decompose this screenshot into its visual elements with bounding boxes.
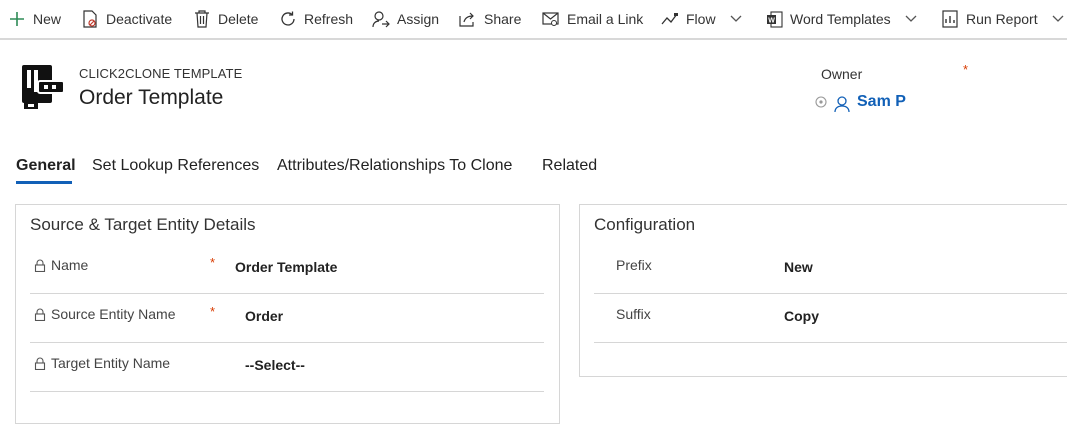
lock-icon: [34, 308, 46, 321]
field-row-source-entity: Source Entity Name * Order: [30, 294, 544, 343]
plus-icon: [8, 10, 26, 28]
delete-button-label: Delete: [218, 11, 259, 27]
share-button[interactable]: Share: [459, 0, 521, 38]
email-link-button-label: Email a Link: [567, 11, 644, 27]
flow-button[interactable]: Flow: [661, 0, 742, 38]
email-link-icon: [542, 10, 560, 28]
email-link-button[interactable]: Email a Link: [542, 0, 643, 38]
refresh-icon: [279, 10, 297, 28]
svg-text:W: W: [768, 17, 775, 24]
field-label: Target Entity Name: [34, 355, 170, 371]
source-entity-field[interactable]: Order: [245, 308, 283, 324]
assign-button-label: Assign: [397, 11, 440, 27]
section-title: Source & Target Entity Details: [30, 215, 256, 234]
tab-general[interactable]: General: [16, 157, 76, 175]
chevron-down-icon: [1052, 15, 1064, 23]
share-icon: [459, 10, 477, 28]
delete-button[interactable]: Delete: [193, 0, 258, 38]
field-label-text: Source Entity Name: [51, 306, 176, 322]
flow-icon: [661, 10, 679, 28]
name-field[interactable]: Order Template: [235, 259, 337, 275]
word-templates-button-label: Word Templates: [790, 11, 891, 27]
suffix-field[interactable]: Copy: [784, 308, 819, 324]
tab-set-lookup-references[interactable]: Set Lookup References: [92, 157, 259, 175]
active-tab-indicator: [16, 181, 72, 184]
field-row-target-entity: Target Entity Name --Select--: [30, 343, 544, 392]
chevron-down-icon: [905, 15, 917, 23]
command-bar: New Deactivate Delete Refresh Assign Sha…: [0, 0, 1067, 40]
field-label-text: Name: [51, 257, 89, 273]
word-templates-button[interactable]: W Word Templates: [765, 0, 917, 38]
required-marker: *: [210, 255, 216, 270]
owner-label: Owner: [821, 66, 863, 82]
entity-type-label: CLICK2CLONE TEMPLATE: [79, 66, 243, 81]
assign-icon: [372, 10, 390, 28]
run-report-button-label: Run Report: [966, 11, 1038, 27]
word-icon: W: [765, 10, 783, 28]
entity-icon: [18, 63, 66, 111]
required-marker: *: [210, 304, 216, 319]
page-title: Order Template: [79, 86, 224, 109]
share-button-label: Share: [484, 11, 522, 27]
configuration-section: Configuration Prefix New Suffix Copy: [579, 204, 1067, 377]
flow-button-label: Flow: [686, 11, 716, 27]
target-entity-select[interactable]: --Select--: [245, 357, 305, 373]
person-icon: [834, 95, 850, 118]
refresh-button[interactable]: Refresh: [279, 0, 353, 38]
trash-icon: [193, 10, 211, 28]
new-button[interactable]: New: [8, 0, 61, 38]
new-button-label: New: [33, 11, 62, 27]
owner-link[interactable]: Sam P: [857, 93, 906, 111]
field-row-prefix: Prefix New: [594, 245, 1067, 294]
lock-icon: [34, 259, 46, 272]
field-label: Suffix: [616, 306, 651, 322]
deactivate-icon: [81, 10, 99, 28]
presence-status-icon: [815, 95, 827, 113]
field-row-name: Name * Order Template: [30, 245, 544, 294]
tab-attributes-relationships[interactable]: Attributes/Relationships To Clone: [277, 157, 512, 175]
tab-related[interactable]: Related: [542, 157, 597, 175]
assign-button[interactable]: Assign: [372, 0, 439, 38]
deactivate-button[interactable]: Deactivate: [81, 0, 172, 38]
source-target-section: Source & Target Entity Details Name * Or…: [15, 204, 560, 424]
run-report-button[interactable]: Run Report: [941, 0, 1064, 38]
field-label: Prefix: [616, 257, 652, 273]
refresh-button-label: Refresh: [304, 11, 354, 27]
chevron-down-icon: [730, 15, 742, 23]
field-label: Name: [34, 257, 88, 273]
deactivate-button-label: Deactivate: [106, 11, 173, 27]
section-title: Configuration: [594, 215, 696, 234]
field-label: Source Entity Name: [34, 306, 176, 322]
lock-icon: [34, 357, 46, 370]
report-icon: [941, 10, 959, 28]
field-row-suffix: Suffix Copy: [594, 294, 1067, 343]
owner-required-marker: *: [963, 62, 969, 77]
prefix-field[interactable]: New: [784, 259, 813, 275]
field-label-text: Target Entity Name: [51, 355, 171, 371]
